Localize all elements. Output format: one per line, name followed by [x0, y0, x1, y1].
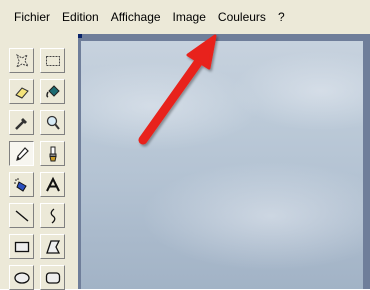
fill-bucket-icon [45, 84, 60, 98]
menu-edition[interactable]: Edition [56, 0, 105, 34]
airbrush-icon [13, 177, 27, 192]
ellipse-icon [13, 271, 30, 284]
drawing-canvas[interactable] [81, 41, 363, 289]
toolbox [0, 34, 78, 290]
fill-bucket-tool[interactable] [40, 79, 65, 104]
rect-select-icon [45, 55, 60, 66]
line-tool[interactable] [9, 203, 34, 228]
rectangle-tool[interactable] [9, 234, 34, 259]
curve-tool[interactable] [40, 203, 65, 228]
brush-tool[interactable] [40, 141, 65, 166]
color-picker-tool[interactable] [9, 110, 34, 135]
canvas-resize-handle[interactable] [78, 34, 82, 38]
rectangle-icon [14, 241, 29, 252]
menu-image[interactable]: Image [167, 0, 212, 34]
menu-couleurs[interactable]: Couleurs [212, 0, 272, 34]
menu-fichier[interactable]: Fichier [0, 0, 56, 34]
rounded-rect-icon [45, 271, 60, 284]
line-icon [15, 209, 28, 222]
free-form-select-tool[interactable] [9, 48, 34, 73]
text-tool[interactable] [40, 172, 65, 197]
text-icon [45, 176, 60, 191]
curve-icon [50, 207, 55, 224]
magnifier-tool[interactable] [40, 110, 65, 135]
color-picker-icon [14, 117, 27, 130]
polygon-icon [45, 239, 60, 254]
menu-help[interactable]: ? [272, 0, 291, 34]
pencil-icon [15, 146, 29, 161]
rounded-rect-tool[interactable] [40, 265, 65, 290]
magnifier-icon [46, 115, 60, 130]
eraser-tool[interactable] [9, 79, 34, 104]
ellipse-tool[interactable] [9, 265, 34, 290]
free-form-select-icon [15, 53, 29, 68]
canvas-area [78, 34, 370, 289]
menu-bar: Fichier Edition Affichage Image Couleurs… [0, 0, 370, 34]
polygon-tool[interactable] [40, 234, 65, 259]
eraser-icon [14, 86, 29, 99]
pencil-tool[interactable] [9, 141, 34, 166]
menu-affichage[interactable]: Affichage [105, 0, 167, 34]
airbrush-tool[interactable] [9, 172, 34, 197]
rect-select-tool[interactable] [40, 48, 65, 73]
brush-icon [48, 146, 57, 161]
